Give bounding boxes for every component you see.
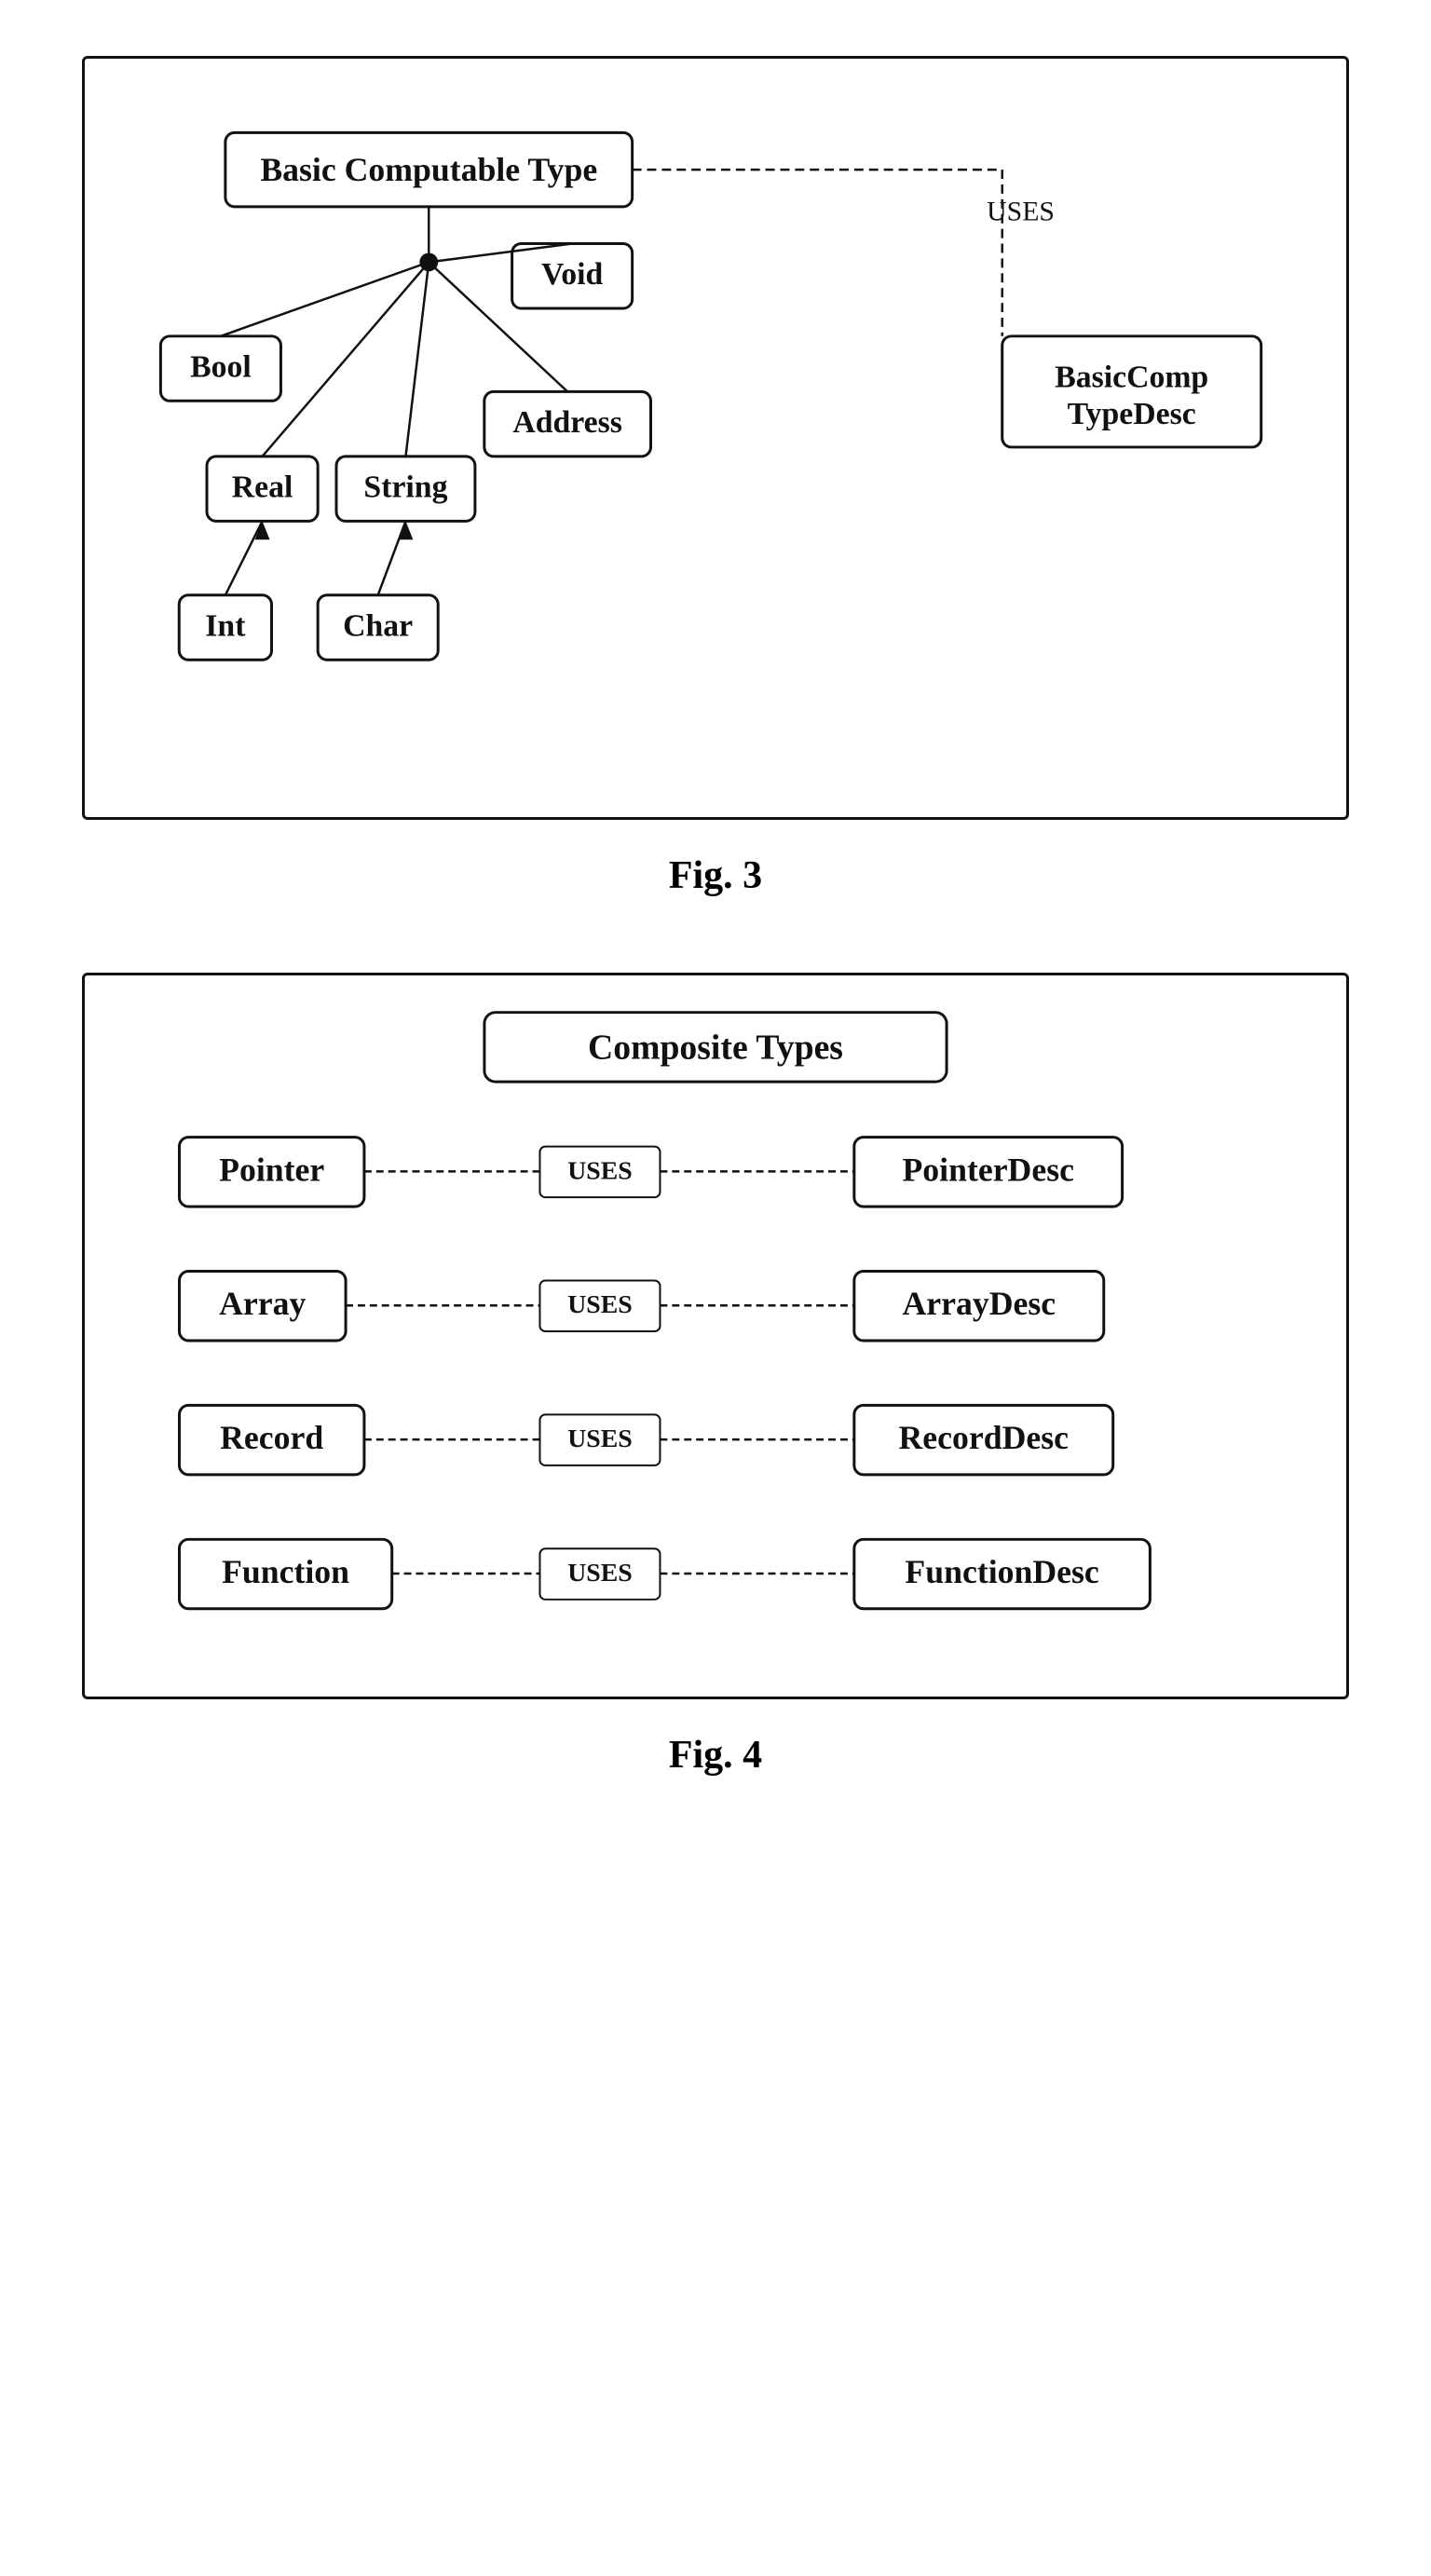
bool-label: Bool — [190, 349, 252, 384]
basiccomp-typedesc-label1: BasicComp — [1055, 360, 1208, 394]
node-function: Function — [179, 1539, 391, 1608]
uses-label-array: USES — [567, 1290, 632, 1319]
function-desc-label: FunctionDesc — [905, 1553, 1098, 1590]
fig3-caption: Fig. 3 — [669, 853, 762, 898]
node-char: Char — [318, 595, 438, 660]
node-int: Int — [179, 595, 271, 660]
uses-label-pointer: USES — [567, 1156, 632, 1185]
node-bool: Bool — [160, 336, 280, 401]
pointer-desc-label: PointerDesc — [902, 1151, 1073, 1188]
uses-label-fig3: USES — [987, 197, 1055, 227]
uses-box-pointer: USES — [539, 1147, 660, 1198]
figure-4-wrapper: Composite Types Pointer USES PointerDesc — [75, 973, 1356, 1778]
uses-box-function: USES — [539, 1548, 660, 1600]
string-label: String — [363, 470, 447, 505]
node-record-desc: RecordDesc — [854, 1405, 1113, 1474]
char-label: Char — [343, 608, 413, 643]
uses-box-array: USES — [539, 1280, 660, 1331]
uses-label-function: USES — [567, 1559, 632, 1588]
node-function-desc: FunctionDesc — [854, 1539, 1151, 1608]
node-basiccomp-typedesc: BasicComp TypeDesc — [1002, 336, 1261, 447]
node-basic-computable-type: Basic Computable Type — [225, 132, 633, 206]
uses-box-record: USES — [539, 1414, 660, 1465]
node-address: Address — [484, 391, 651, 456]
node-pointer-desc: PointerDesc — [854, 1138, 1123, 1206]
real-label: Real — [232, 470, 293, 505]
basiccomp-typedesc-label2: TypeDesc — [1068, 397, 1196, 431]
basic-computable-type-label: Basic Computable Type — [260, 151, 597, 188]
void-label: Void — [541, 257, 604, 292]
node-real: Real — [207, 457, 318, 521]
fig3-diagram: Basic Computable Type Bool Void Real — [82, 56, 1349, 820]
figure-3-wrapper: Basic Computable Type Bool Void Real — [75, 56, 1356, 898]
pointer-label: Pointer — [219, 1151, 324, 1188]
node-pointer: Pointer — [179, 1138, 363, 1206]
int-label: Int — [205, 608, 246, 643]
array-label: Array — [219, 1285, 306, 1322]
node-array-desc: ArrayDesc — [854, 1272, 1104, 1341]
composite-types-label: Composite Types — [588, 1028, 843, 1067]
address-label: Address — [512, 405, 622, 440]
uses-label-record: USES — [567, 1424, 632, 1453]
node-array: Array — [179, 1272, 346, 1341]
fig4-caption: Fig. 4 — [669, 1733, 762, 1778]
array-desc-label: ArrayDesc — [902, 1285, 1056, 1322]
function-label: Function — [222, 1553, 349, 1590]
fig4-diagram: Composite Types Pointer USES PointerDesc — [82, 973, 1349, 1699]
record-desc-label: RecordDesc — [899, 1419, 1069, 1456]
record-label: Record — [220, 1419, 323, 1456]
node-composite-types: Composite Types — [484, 1013, 947, 1082]
node-string: String — [336, 457, 475, 521]
node-void: Void — [512, 244, 633, 308]
arrow-char-string — [399, 521, 414, 539]
node-record: Record — [179, 1405, 363, 1474]
